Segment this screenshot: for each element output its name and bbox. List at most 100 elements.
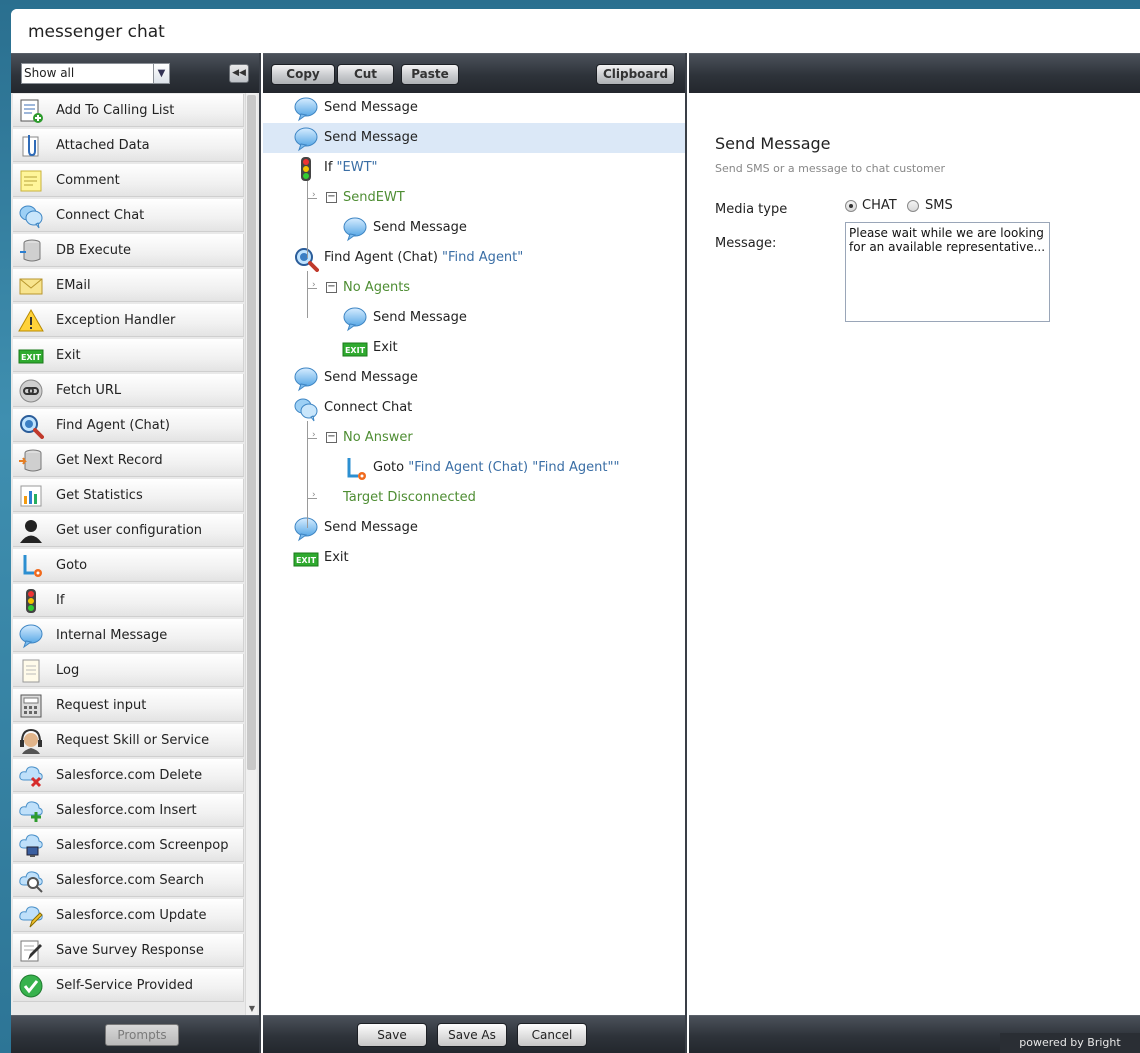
traffic-light-icon: [293, 156, 319, 182]
paste-button[interactable]: Paste: [401, 64, 459, 85]
palette-item[interactable]: Add To Calling List: [13, 94, 244, 127]
block-palette: Show all ▼ ◀◀ Add To Calling List Attache…: [11, 53, 261, 1053]
flow-tree: Send Message Send Message If "EWT" › − SendEW…: [263, 93, 685, 1015]
goto-arrow-icon: [342, 456, 368, 482]
palette-item[interactable]: If: [13, 584, 244, 617]
palette-item[interactable]: Save Survey Response: [13, 934, 244, 967]
flow-branch[interactable]: › − No Agents: [263, 273, 685, 303]
prompts-button[interactable]: Prompts: [105, 1024, 179, 1046]
magnifier-icon: [293, 246, 319, 272]
palette-item-label: DB Execute: [56, 243, 132, 258]
palette-item[interactable]: Request input: [13, 689, 244, 722]
palette-item[interactable]: Salesforce.com Update: [13, 899, 244, 932]
flow-step-label: Send Message: [373, 310, 467, 325]
chevron-down-icon[interactable]: ▼: [153, 64, 169, 83]
clipboard-button[interactable]: Clipboard: [596, 64, 675, 85]
flow-step-label: Exit: [373, 340, 398, 355]
palette-item-label: Internal Message: [56, 628, 168, 643]
save-button[interactable]: Save: [357, 1023, 427, 1047]
palette-filter-select[interactable]: Show all ▼: [21, 63, 170, 84]
save-as-button[interactable]: Save As: [437, 1023, 507, 1047]
palette-item[interactable]: Salesforce.com Search: [13, 864, 244, 897]
flow-step[interactable]: Connect Chat: [263, 393, 685, 423]
palette-item[interactable]: Internal Message: [13, 619, 244, 652]
flow-step-name: If: [324, 160, 337, 175]
flow-branch-label: No Agents: [343, 280, 411, 295]
palette-item[interactable]: Comment: [13, 164, 244, 197]
cloud-monitor-icon: [18, 833, 44, 859]
palette-item[interactable]: Salesforce.com Delete: [13, 759, 244, 792]
copy-button[interactable]: Copy: [271, 64, 335, 85]
palette-item[interactable]: Get Statistics: [13, 479, 244, 512]
flow-step[interactable]: If "EWT": [263, 153, 685, 183]
message-textarea[interactable]: Please wait while we are looking for an …: [845, 222, 1050, 322]
collapse-branch-icon[interactable]: −: [326, 432, 337, 443]
flow-step[interactable]: Find Agent (Chat) "Find Agent": [263, 243, 685, 273]
palette-item[interactable]: DB Execute: [13, 234, 244, 267]
palette-item[interactable]: Goto: [13, 549, 244, 582]
flow-step-name: Send Message: [324, 520, 418, 535]
flow-step[interactable]: Goto "Find Agent (Chat) "Find Agent"": [263, 453, 685, 483]
palette-item[interactable]: Find Agent (Chat): [13, 409, 244, 442]
flow-step[interactable]: Send Message: [263, 213, 685, 243]
media-chat-radio[interactable]: [845, 200, 857, 212]
flow-editor: Copy Cut Paste Clipboard Send Message Sen…: [263, 53, 687, 1053]
keypad-icon: [18, 693, 44, 719]
palette-item[interactable]: Salesforce.com Insert: [13, 794, 244, 827]
collapse-branch-icon[interactable]: −: [326, 192, 337, 203]
flow-branch[interactable]: › Target Disconnected: [263, 483, 685, 513]
palette-item[interactable]: Salesforce.com Screenpop: [13, 829, 244, 862]
palette-item-label: Get Statistics: [56, 488, 143, 503]
connector-arrow-icon: ›: [312, 280, 316, 290]
collapse-branch-icon[interactable]: −: [326, 282, 337, 293]
flow-step[interactable]: EXIT Exit: [263, 333, 685, 363]
flow-branch[interactable]: › − No Answer: [263, 423, 685, 453]
palette-item-label: Salesforce.com Delete: [56, 768, 203, 783]
palette-item[interactable]: Attached Data: [13, 129, 244, 162]
palette-item[interactable]: EMail: [13, 269, 244, 302]
media-sms-label[interactable]: SMS: [925, 198, 953, 213]
survey-pencil-icon: [18, 938, 44, 964]
palette-item[interactable]: Get user configuration: [13, 514, 244, 547]
palette-item[interactable]: Fetch URL: [13, 374, 244, 407]
sticky-note-icon: [18, 168, 44, 194]
connector-arrow-icon: ›: [312, 490, 316, 500]
cloud-delete-icon: [18, 763, 44, 789]
flow-step[interactable]: Send Message: [263, 303, 685, 333]
flow-step-param: "Find Agent (Chat) "Find Agent"": [408, 460, 620, 475]
palette-filter-value: Show all: [24, 66, 75, 80]
flow-step-name: Send Message: [373, 310, 467, 325]
palette-item[interactable]: Request Skill or Service: [13, 724, 244, 757]
media-chat-label[interactable]: CHAT: [862, 198, 897, 213]
collapse-palette-button[interactable]: ◀◀: [229, 64, 249, 83]
palette-item[interactable]: Connect Chat: [13, 199, 244, 232]
palette-item[interactable]: Self-Service Provided: [13, 969, 244, 1002]
palette-item-label: Goto: [56, 558, 88, 573]
palette-item[interactable]: Exception Handler: [13, 304, 244, 337]
palette-scroll-thumb[interactable]: [247, 95, 256, 770]
flow-step-label: Send Message: [324, 370, 418, 385]
cancel-button[interactable]: Cancel: [517, 1023, 587, 1047]
flow-step[interactable]: Send Message: [263, 513, 685, 543]
flow-step[interactable]: Send Message: [263, 123, 685, 153]
palette-scrollbar[interactable]: ▼: [245, 93, 257, 1015]
flow-step-label: Send Message: [324, 520, 418, 535]
flow-step-name: Exit: [373, 340, 398, 355]
media-sms-radio[interactable]: [907, 200, 919, 212]
palette-item-label: Connect Chat: [56, 208, 145, 223]
flow-step[interactable]: EXIT Exit: [263, 543, 685, 573]
palette-item[interactable]: Get Next Record: [13, 444, 244, 477]
flow-step-param: "EWT": [336, 160, 378, 175]
media-type-label: Media type: [715, 202, 788, 217]
palette-item-label: Salesforce.com Update: [56, 908, 207, 923]
scroll-down-icon[interactable]: ▼: [246, 1004, 258, 1013]
palette-item[interactable]: EXIT Exit: [13, 339, 244, 372]
tree-line: [307, 181, 308, 258]
flow-step[interactable]: Send Message: [263, 93, 685, 123]
flow-toolbar: Copy Cut Paste Clipboard: [263, 53, 685, 93]
flow-branch-label: SendEWT: [343, 190, 405, 205]
flow-step[interactable]: Send Message: [263, 363, 685, 393]
cut-button[interactable]: Cut: [337, 64, 394, 85]
palette-item[interactable]: Log: [13, 654, 244, 687]
flow-branch[interactable]: › − SendEWT: [263, 183, 685, 213]
